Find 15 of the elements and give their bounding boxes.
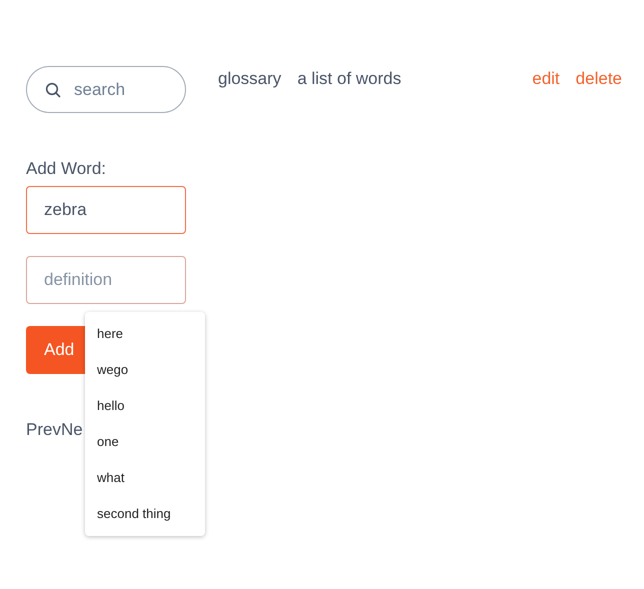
prev-link[interactable]: Prev: [26, 420, 61, 440]
form-label: Add Word:: [26, 159, 106, 179]
suggestion-item[interactable]: one: [85, 424, 205, 460]
next-link[interactable]: Ne: [60, 420, 83, 440]
page-subtitle: a list of words: [297, 69, 402, 89]
suggestion-item[interactable]: second thing: [85, 496, 205, 532]
suggestion-item[interactable]: hello: [85, 388, 205, 424]
suggestion-item[interactable]: here: [85, 316, 205, 352]
search-field[interactable]: search: [26, 66, 186, 113]
word-field[interactable]: zebra: [26, 186, 186, 234]
page-title: glossary: [218, 69, 282, 89]
suggestion-item[interactable]: what: [85, 460, 205, 496]
search-icon: [45, 82, 61, 98]
suggestion-item[interactable]: wego: [85, 352, 205, 388]
definition-field[interactable]: definition: [26, 256, 186, 304]
